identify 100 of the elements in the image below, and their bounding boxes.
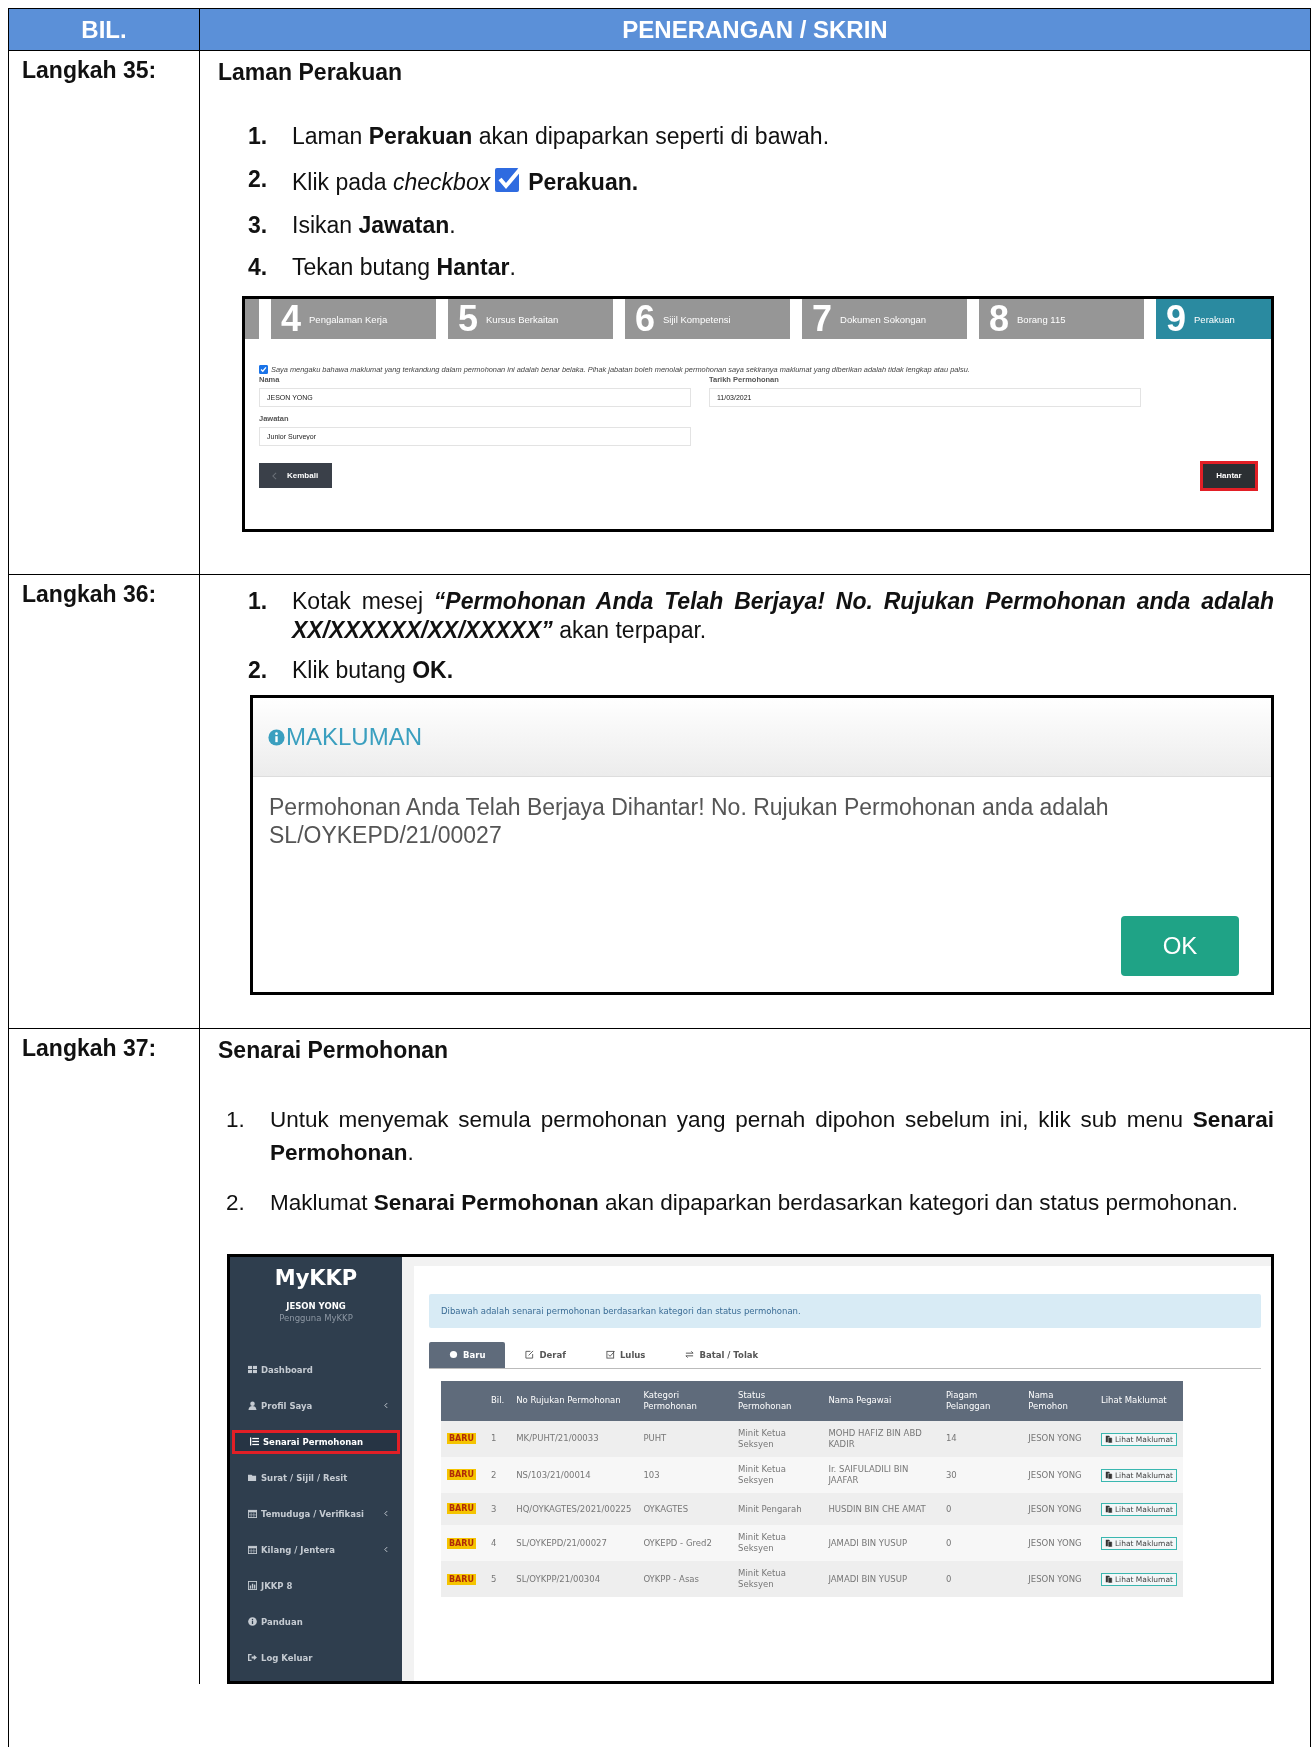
status-tab[interactable]: Lulus xyxy=(585,1341,666,1368)
menu-item[interactable]: Kilang / Jentera xyxy=(230,1537,402,1562)
info-icon xyxy=(268,728,285,746)
instruction-text: Isikan Jawatan. xyxy=(292,211,456,238)
column-header: PENERANGAN / SKRIN xyxy=(621,15,889,45)
menu-item[interactable]: Log Keluar xyxy=(230,1645,402,1670)
copy-icon xyxy=(1104,1539,1113,1548)
menu-item[interactable]: Temuduga / Verifikasi xyxy=(230,1501,402,1526)
table-cell: MK/PUHT/21/00033 xyxy=(510,1420,638,1458)
table-cell: JESON YONG xyxy=(1022,1525,1095,1562)
table-cell: 0 xyxy=(939,1525,1023,1562)
instruction-text: Kotak mesej “Permohonan Anda Telah Berjaya! No. Rujukan Permohonan anda adalah XX/XXXXXX/XX/XXXXX” akan terpapar. xyxy=(292,588,1274,643)
instruction-text: Klik butang OK. xyxy=(292,656,454,683)
instruction-text: Tekan butang Hantar. xyxy=(292,254,516,281)
menu-item[interactable]: Senarai Permohonan xyxy=(232,1429,400,1454)
table-cell: Minit Ketua Seksyen xyxy=(732,1525,823,1562)
list-number: 1. xyxy=(248,122,269,151)
table-cell: JESON YONG xyxy=(1022,1420,1095,1458)
table-cell: NS/103/21/00014 xyxy=(510,1457,638,1494)
chevron-icon xyxy=(384,1510,388,1518)
submit-button[interactable]: Hantar xyxy=(1203,463,1255,488)
edit-icon xyxy=(525,1350,535,1360)
table-cell: Minit Ketua Seksyen xyxy=(732,1561,823,1598)
table-cell: MOHD HAFIZ BIN ABD KADIR xyxy=(822,1420,940,1458)
table-cell: JESON YONG xyxy=(1022,1561,1095,1598)
instruction-text: Perakuan. xyxy=(528,168,639,195)
table-cell: 3 xyxy=(485,1493,511,1526)
calendar-icon xyxy=(248,1509,257,1519)
column-header: Nama Pegawai xyxy=(822,1380,940,1421)
checkbox[interactable] xyxy=(259,365,268,374)
menu-item[interactable]: Surat / Sijil / Resit xyxy=(230,1465,402,1490)
status-tab[interactable]: Batal / Tolak xyxy=(665,1341,779,1368)
copy-icon xyxy=(1104,1435,1113,1443)
instruction-text: Klik pada checkbox xyxy=(292,168,491,195)
copy-icon xyxy=(1104,1471,1113,1480)
chevron-icon xyxy=(384,1546,388,1554)
table-cell: PUHT xyxy=(637,1420,733,1458)
table-cell: 14 xyxy=(939,1420,1023,1458)
table-cell: 2 xyxy=(485,1457,511,1494)
table-cell: SL/OYKEPD/21/00027 xyxy=(510,1525,638,1562)
list-icon xyxy=(250,1437,259,1447)
instruction-text: Laman Perakuan akan dipaparkan seperti di bawah. xyxy=(292,123,830,149)
list-number: 2. xyxy=(248,655,269,685)
list-number: 1. xyxy=(226,1106,246,1134)
column-header: Status Permohonan xyxy=(732,1380,823,1421)
status-badge: BARU xyxy=(447,1433,476,1445)
copy-icon xyxy=(1104,1505,1113,1514)
info-icon xyxy=(248,1617,257,1627)
column-header: No Rujukan Permohonan xyxy=(510,1380,638,1421)
checkbox-icon xyxy=(605,1350,615,1360)
table-cell: JESON YONG xyxy=(1022,1493,1095,1526)
chevron-icon xyxy=(384,1402,388,1410)
section-title: Laman Perakuan xyxy=(218,59,404,86)
column-header: Kategori Permohonan xyxy=(637,1380,733,1421)
table-cell: JAMADI BIN YUSUP xyxy=(822,1525,940,1562)
app-logo: MyKKP xyxy=(273,1265,359,1290)
table-cell: 5 xyxy=(485,1561,511,1598)
table-cell: Minit Ketua Seksyen xyxy=(732,1420,823,1458)
column-header: Bil. xyxy=(485,1380,511,1421)
table-cell: HQ/OYKAGTES/2021/00225 xyxy=(510,1493,638,1526)
table-cell: OYKAGTES xyxy=(637,1493,733,1526)
table-cell: SL/OYKPP/21/00304 xyxy=(510,1561,638,1598)
user-name: JESON YONG xyxy=(284,1300,347,1311)
table-cell: OYKPP - Asas xyxy=(637,1561,733,1598)
table-cell: 30 xyxy=(939,1457,1023,1494)
status-badge: BARU xyxy=(447,1573,476,1585)
status-badge: BARU xyxy=(447,1503,476,1515)
user-role: Pengguna MyKKP xyxy=(278,1312,354,1323)
menu-item[interactable]: Profil Saya xyxy=(230,1393,402,1418)
status-tab[interactable]: Deraf xyxy=(505,1341,586,1368)
grid-icon xyxy=(248,1365,257,1375)
copy-icon xyxy=(1104,1575,1113,1584)
dialog-title: MAKLUMAN xyxy=(286,723,423,752)
status-tab[interactable]: Baru xyxy=(429,1341,506,1368)
table-cell: JAMADI BIN YUSUP xyxy=(822,1561,940,1598)
section-title: Senarai Permohonan xyxy=(218,1037,450,1064)
list-number: 2. xyxy=(248,164,269,194)
chevron-icon xyxy=(272,471,277,480)
menu-item[interactable]: Dashboard xyxy=(230,1357,402,1382)
status-badge: BARU xyxy=(447,1537,476,1549)
table-cell: Minit Pengarah xyxy=(732,1493,823,1526)
wizard-tab[interactable]: 9 Perakuan xyxy=(1156,299,1271,339)
chart-icon xyxy=(248,1581,257,1591)
column-header: Lihat Maklumat xyxy=(1094,1380,1183,1421)
list-number: 4. xyxy=(248,253,269,282)
user-icon xyxy=(248,1401,257,1411)
list-number: 3. xyxy=(248,210,269,240)
dialog-message: Permohonan Anda Telah Berjaya Dihantar! No. Rujukan Permohonan anda adalah SL/OYKEPD/21/00027 xyxy=(268,793,1110,850)
folder-icon xyxy=(248,1473,257,1483)
step-label: Langkah 36: xyxy=(22,581,157,608)
table-cell: 1 xyxy=(485,1420,511,1458)
table-cell: 4 xyxy=(485,1525,511,1562)
list-number: 1. xyxy=(248,587,269,616)
table-cell: HUSDIN BIN CHE AMAT xyxy=(822,1493,940,1526)
menu-item[interactable]: JKKP 8 xyxy=(230,1573,402,1598)
menu-item[interactable]: Panduan xyxy=(230,1609,402,1634)
table-cell: Minit Ketua Seksyen xyxy=(732,1457,823,1494)
instruction-text: Untuk menyemak semula permohonan yang pernah dipohon sebelum ini, klik sub menu Senarai Permohonan. xyxy=(270,1107,1274,1165)
back-button[interactable]: Kembali xyxy=(259,463,332,488)
list-number: 2. xyxy=(226,1189,246,1218)
